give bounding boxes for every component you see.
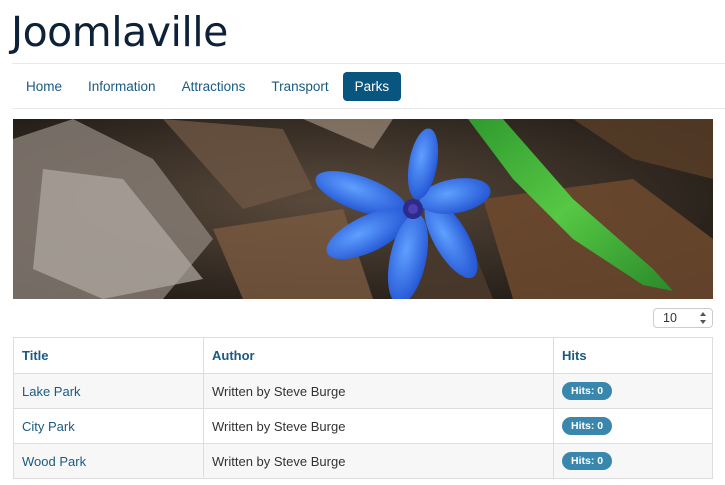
- column-header-title[interactable]: Title: [13, 337, 204, 374]
- list-limit-select[interactable]: 10: [653, 308, 713, 328]
- article-title-link[interactable]: Wood Park: [22, 454, 86, 469]
- table-row: Lake Park Written by Steve Burge Hits: 0: [13, 373, 713, 409]
- article-author: Written by Steve Burge: [203, 408, 554, 444]
- main-menu: Home Information Attractions Transport P…: [12, 63, 725, 109]
- table-row: City Park Written by Steve Burge Hits: 0: [13, 408, 713, 444]
- nav-item-transport[interactable]: Transport: [259, 72, 340, 101]
- articles-table: Title Author Hits Lake Park Written by S…: [13, 337, 713, 479]
- article-title-link[interactable]: City Park: [22, 419, 75, 434]
- nav-item-home[interactable]: Home: [14, 72, 74, 101]
- list-limit-value: 10: [663, 311, 677, 325]
- table-row: Wood Park Written by Steve Burge Hits: 0: [13, 443, 713, 479]
- nav-item-parks[interactable]: Parks: [342, 71, 402, 101]
- flower-illustration: [13, 119, 713, 299]
- article-author: Written by Steve Burge: [203, 443, 554, 479]
- select-arrows-icon: [700, 312, 706, 324]
- hits-badge: Hits: 0: [562, 382, 613, 400]
- hits-badge: Hits: 0: [562, 452, 613, 470]
- banner-image: [13, 119, 713, 299]
- hits-badge: Hits: 0: [562, 417, 613, 435]
- column-header-author[interactable]: Author: [203, 337, 554, 374]
- column-header-hits[interactable]: Hits: [553, 337, 713, 374]
- nav-item-attractions[interactable]: Attractions: [170, 72, 258, 101]
- article-title-link[interactable]: Lake Park: [22, 384, 81, 399]
- nav-item-information[interactable]: Information: [76, 72, 168, 101]
- site-title: Joomlaville: [11, 8, 228, 56]
- article-author: Written by Steve Burge: [203, 373, 554, 409]
